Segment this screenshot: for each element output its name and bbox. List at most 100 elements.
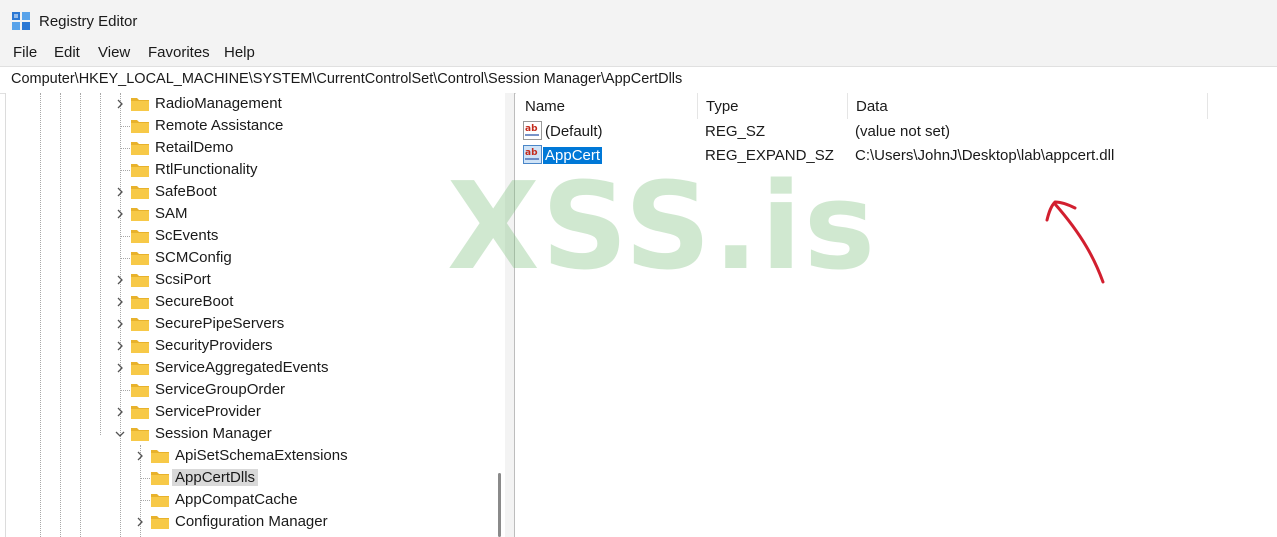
- tree-item-label: RetailDemo: [155, 139, 234, 156]
- tree-scrollbar[interactable]: [497, 93, 503, 537]
- menu-edit[interactable]: Edit: [54, 44, 80, 61]
- tree-item[interactable]: SCMConfig: [6, 247, 496, 269]
- tree-item[interactable]: ScsiPort: [6, 269, 496, 291]
- tree-item[interactable]: SafeBoot: [6, 181, 496, 203]
- tree-item[interactable]: Session Manager: [6, 423, 496, 445]
- tree-item-label: Session Manager: [155, 425, 272, 442]
- registry-editor-icon: [12, 12, 30, 30]
- value-row[interactable]: ab (Default) REG_SZ (value not set): [516, 120, 1277, 143]
- folder-icon: [131, 164, 149, 177]
- folder-icon: [131, 208, 149, 221]
- string-value-icon: ab: [523, 145, 542, 164]
- chevron-down-icon[interactable]: [113, 427, 127, 441]
- menu-favorites[interactable]: Favorites: [148, 44, 210, 61]
- chevron-right-icon[interactable]: [113, 405, 127, 419]
- tree-item[interactable]: RtlFunctionality: [6, 159, 496, 181]
- tree-item-label: AppCertDlls: [172, 469, 259, 486]
- value-data: (value not set): [855, 123, 951, 140]
- tree-item[interactable]: SAM: [6, 203, 496, 225]
- tree-item-label: SCMConfig: [155, 249, 232, 266]
- tree-item-label: ServiceAggregatedEvents: [155, 359, 329, 376]
- chevron-right-icon[interactable]: [113, 97, 127, 111]
- tree-item-label: SAM: [155, 205, 188, 222]
- svg-text:ab: ab: [525, 124, 538, 134]
- tree-item-label: SafeBoot: [155, 183, 217, 200]
- tree-item[interactable]: RetailDemo: [6, 137, 496, 159]
- tree-item[interactable]: SecureBoot: [6, 291, 496, 313]
- folder-icon: [131, 296, 149, 309]
- tree-item[interactable]: SecurePipeServers: [6, 313, 496, 335]
- tree-item[interactable]: ScEvents: [6, 225, 496, 247]
- title-bar: Registry Editor: [0, 0, 1277, 40]
- folder-icon: [131, 362, 149, 375]
- tree-item-label: SecurityProviders: [155, 337, 273, 354]
- chevron-right-icon[interactable]: [113, 361, 127, 375]
- tree-item-label: Configuration Manager: [175, 513, 328, 530]
- address-bar[interactable]: Computer\HKEY_LOCAL_MACHINE\SYSTEM\Curre…: [0, 66, 1277, 94]
- tree-item-label: Remote Assistance: [155, 117, 284, 134]
- address-path[interactable]: Computer\HKEY_LOCAL_MACHINE\SYSTEM\Curre…: [11, 71, 682, 87]
- tree-item-label: ServiceGroupOrder: [155, 381, 286, 398]
- tree-item[interactable]: ApiSetSchemaExtensions: [6, 445, 496, 467]
- folder-icon: [151, 516, 169, 529]
- folder-icon: [151, 450, 169, 463]
- tree-item-label: SecureBoot: [155, 293, 234, 310]
- value-data: C:\Users\JohnJ\Desktop\lab\appcert.dll: [855, 147, 1115, 164]
- tree-item[interactable]: ServiceGroupOrder: [6, 379, 496, 401]
- chevron-right-icon[interactable]: [113, 185, 127, 199]
- key-tree[interactable]: RadioManagement Remote Assistance RetailDe…: [5, 93, 506, 537]
- value-type: REG_EXPAND_SZ: [705, 147, 834, 164]
- value-name[interactable]: (Default): [543, 123, 605, 140]
- chevron-right-icon[interactable]: [113, 317, 127, 331]
- value-row-selected[interactable]: ab AppCert REG_EXPAND_SZ C:\Users\JohnJ\…: [516, 144, 1277, 167]
- chevron-right-icon[interactable]: [133, 449, 147, 463]
- folder-icon: [131, 274, 149, 287]
- value-type: REG_SZ: [705, 123, 766, 140]
- values-pane[interactable]: Name Type Data ab (Default) REG_SZ (valu…: [516, 93, 1277, 537]
- folder-icon: [131, 428, 149, 441]
- tree-item-label: SecurePipeServers: [155, 315, 285, 332]
- tree-item[interactable]: SecurityProviders: [6, 335, 496, 357]
- value-name[interactable]: AppCert: [541, 146, 604, 165]
- column-header-data[interactable]: Data: [847, 93, 1207, 119]
- tree-item-label: ServiceProvider: [155, 403, 261, 420]
- tree-item-label: RadioManagement: [155, 95, 282, 112]
- tree-item[interactable]: Configuration Manager: [6, 511, 496, 533]
- column-header-data-label: Data: [856, 98, 888, 115]
- tree-item-label: ScsiPort: [155, 271, 211, 288]
- menu-file[interactable]: File: [13, 44, 37, 61]
- chevron-right-icon[interactable]: [113, 339, 127, 353]
- tree-item[interactable]: ServiceAggregatedEvents: [6, 357, 496, 379]
- string-value-icon: ab: [523, 121, 542, 140]
- tree-item[interactable]: RadioManagement: [6, 93, 496, 115]
- tree-item[interactable]: Remote Assistance: [6, 115, 496, 137]
- folder-icon: [131, 230, 149, 243]
- tree-item-label: AppCompatCache: [175, 491, 298, 508]
- folder-icon: [151, 494, 169, 507]
- pane-splitter[interactable]: [505, 93, 515, 537]
- tree-item[interactable]: AppCertDlls: [6, 467, 496, 489]
- folder-icon: [131, 252, 149, 265]
- folder-icon: [151, 472, 169, 485]
- menu-bar: File Edit View Favorites Help: [0, 40, 1277, 66]
- tree-item-label: RtlFunctionality: [155, 161, 258, 178]
- folder-icon: [131, 120, 149, 133]
- menu-view[interactable]: View: [98, 44, 130, 61]
- tree-scrollbar-thumb[interactable]: [498, 473, 501, 537]
- chevron-right-icon[interactable]: [133, 515, 147, 529]
- tree-item[interactable]: AppCompatCache: [6, 489, 496, 511]
- column-header-type[interactable]: Type: [697, 93, 847, 119]
- menu-help[interactable]: Help: [224, 44, 255, 61]
- column-header-name-label: Name: [525, 98, 566, 115]
- column-header-type-label: Type: [706, 98, 739, 115]
- chevron-right-icon[interactable]: [113, 273, 127, 287]
- chevron-right-icon[interactable]: [113, 207, 127, 221]
- tree-item-label: ApiSetSchemaExtensions: [175, 447, 348, 464]
- tree-item[interactable]: ServiceProvider: [6, 401, 496, 423]
- folder-icon: [131, 406, 149, 419]
- folder-icon: [131, 98, 149, 111]
- column-separator[interactable]: [1207, 93, 1208, 119]
- folder-icon: [131, 186, 149, 199]
- column-header-name[interactable]: Name: [516, 93, 697, 119]
- chevron-right-icon[interactable]: [113, 295, 127, 309]
